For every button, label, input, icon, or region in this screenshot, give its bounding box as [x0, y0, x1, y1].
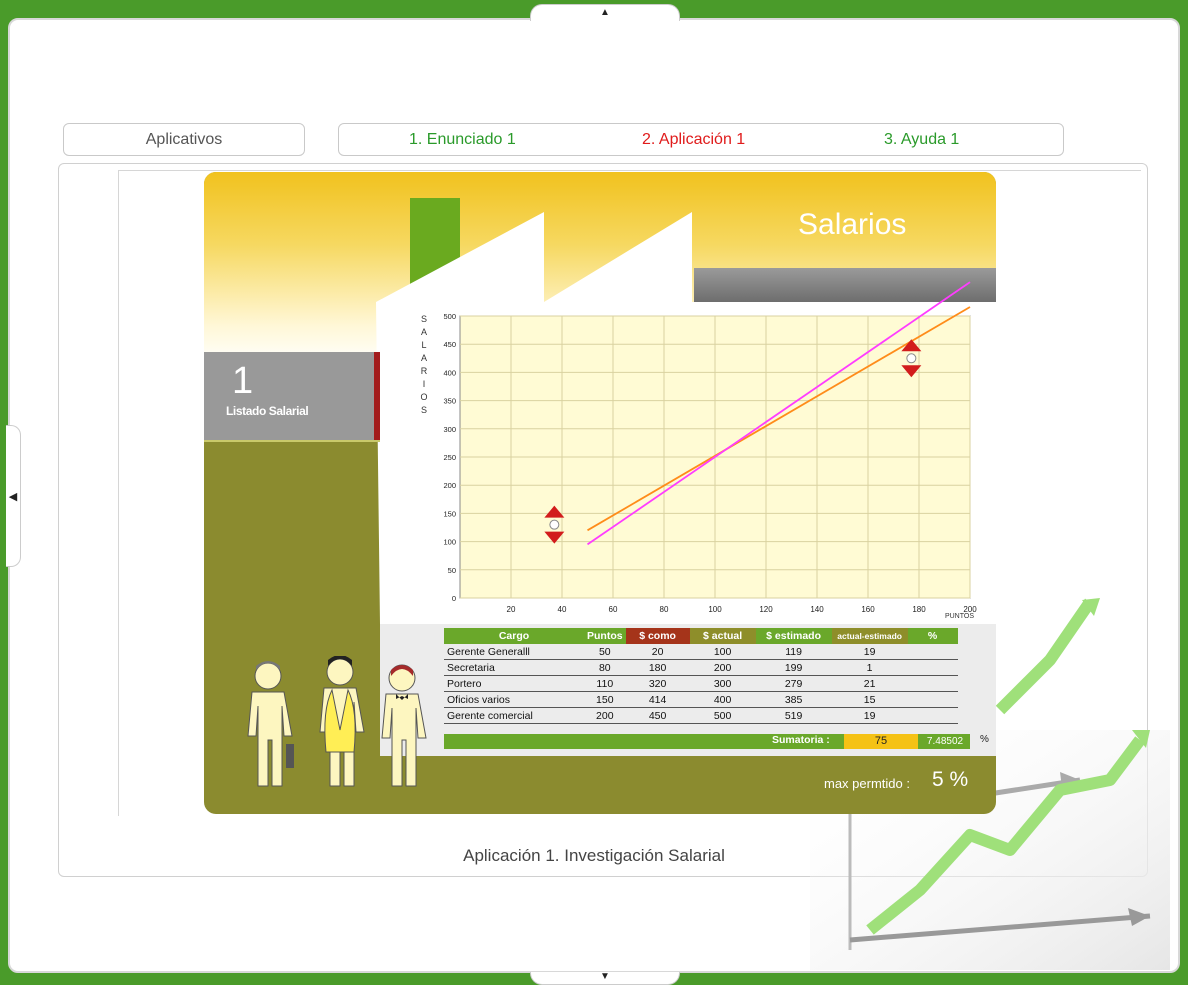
table-cell: 200 [584, 707, 626, 724]
col-header-diferencia: actual-estimado [831, 628, 908, 644]
workers-illustration [247, 656, 427, 787]
table-cell: Secretaria [444, 659, 584, 676]
collapse-top-handle[interactable]: ▲ [530, 4, 680, 21]
table-cell [907, 707, 958, 724]
col-header-cargo: Cargo [444, 628, 584, 644]
y-axis-label-letter: O [420, 392, 427, 402]
y-tick-label: 50 [448, 566, 456, 575]
y-tick-label: 350 [443, 397, 456, 406]
table-cell [907, 659, 958, 676]
table-cell: 200 [689, 659, 756, 676]
page-caption: Aplicación 1. Investigación Salarial [463, 846, 725, 865]
table-cell: Portero [444, 675, 584, 692]
table-cell: 300 [689, 675, 756, 692]
table-cell: 119 [755, 644, 832, 660]
table-cell: 400 [689, 691, 756, 708]
sum-value: 75 [844, 734, 918, 749]
table-cell: 414 [625, 691, 690, 708]
y-axis-label-letter: A [421, 353, 427, 363]
table-cell: 519 [755, 707, 832, 724]
table-cell: 180 [625, 659, 690, 676]
x-tick-label: 100 [708, 605, 722, 614]
salary-table: Cargo Puntos $ como $ actual $ estimado … [444, 628, 958, 724]
x-tick-label: 160 [861, 605, 875, 614]
y-tick-label: 300 [443, 425, 456, 434]
table-cell [907, 644, 958, 660]
table-cell: 110 [584, 675, 626, 692]
table-cell: 80 [584, 659, 626, 676]
table-cell: 19 [831, 707, 908, 724]
table-row: Oficios varios 150 414 400 385 15 [444, 691, 958, 708]
collapse-bottom-handle[interactable]: ▼ [530, 972, 680, 985]
table-cell: 21 [831, 675, 908, 692]
tab-ayuda[interactable]: 3. Ayuda 1 [884, 131, 959, 149]
x-tick-label: 20 [507, 605, 516, 614]
table-cell: 385 [755, 691, 832, 708]
tab-enunciado[interactable]: 1. Enunciado 1 [409, 131, 516, 149]
y-tick-label: 200 [443, 481, 456, 490]
salary-applet: Salarios 1 Listado Salarial 20 40 60 80 100 1… [204, 172, 996, 814]
tab-aplicativos-label: Aplicativos [145, 131, 223, 148]
y-axis-label-letter: S [421, 405, 427, 415]
y-axis-label-letter: A [421, 327, 427, 337]
sum-label: Sumatoria : [772, 734, 830, 746]
table-cell: 150 [584, 691, 626, 708]
table-cell: Gerente comercial [444, 707, 584, 724]
y-tick-label: 150 [443, 509, 456, 518]
y-axis-label-letter: I [423, 379, 426, 389]
y-tick-label: 0 [452, 594, 456, 603]
table-cell: 100 [689, 644, 756, 660]
table-cell: 500 [689, 707, 756, 724]
y-tick-label: 100 [443, 538, 456, 547]
table-row: Secretaria 80 180 200 199 1 [444, 659, 958, 676]
table-cell: 199 [755, 659, 832, 676]
tab-aplicativos[interactable]: Aplicativos [63, 123, 305, 156]
table-cell: 1 [831, 659, 908, 676]
data-point-marker [906, 353, 917, 364]
table-cell: 50 [584, 644, 626, 660]
x-tick-label: 140 [810, 605, 824, 614]
tab-aplicacion[interactable]: 2. Aplicación 1 [642, 131, 745, 149]
table-cell [907, 691, 958, 708]
x-tick-label: 40 [558, 605, 567, 614]
x-tick-label: 80 [660, 605, 669, 614]
col-header-actual: $ actual [689, 628, 756, 644]
y-tick-label: 500 [443, 312, 456, 321]
tab-bar: 1. Enunciado 1 2. Aplicación 1 3. Ayuda … [338, 123, 1064, 156]
table-cell: 15 [831, 691, 908, 708]
x-axis-label: PUNTOS [945, 613, 974, 620]
table-cell: 20 [625, 644, 690, 660]
table-cell: 19 [831, 644, 908, 660]
table-row: Gerente comercial 200 450 500 519 19 [444, 707, 958, 724]
y-axis-label-letter: L [421, 340, 426, 350]
x-tick-label: 60 [609, 605, 618, 614]
max-allowed-label: max permtido : [824, 776, 910, 791]
salary-chart: 20 40 60 80 100 120 140 160 180 20005010015020025… [420, 281, 977, 620]
col-header-percent: % [907, 628, 958, 644]
y-axis-label-letter: S [421, 314, 427, 324]
table-cell: Gerente Generalll [444, 644, 584, 660]
sum-percent-value: 7.48502 [920, 734, 970, 749]
col-header-puntos: Puntos [584, 628, 626, 644]
table-cell: 450 [625, 707, 690, 724]
y-tick-label: 250 [443, 453, 456, 462]
y-tick-label: 400 [443, 368, 456, 377]
table-row: Gerente Generalll 50 20 100 119 19 [444, 644, 958, 660]
collapse-left-handle[interactable]: ◀ [6, 425, 21, 567]
table-cell [907, 675, 958, 692]
table-cell: 279 [755, 675, 832, 692]
col-header-estimado: $ estimado [755, 628, 832, 644]
x-tick-label: 180 [912, 605, 926, 614]
x-tick-label: 120 [759, 605, 773, 614]
sum-percent-sign: % [980, 734, 989, 745]
y-tick-label: 450 [443, 340, 456, 349]
col-header-como: $ como [625, 628, 690, 644]
chevron-left-icon: ◀ [8, 490, 18, 503]
data-point-marker [549, 519, 560, 530]
table-cell: Oficios varios [444, 691, 584, 708]
table-row: Portero 110 320 300 279 21 [444, 675, 958, 692]
max-allowed-value: 5 % [932, 768, 969, 791]
table-cell: 320 [625, 675, 690, 692]
y-axis-label-letter: R [421, 366, 428, 376]
